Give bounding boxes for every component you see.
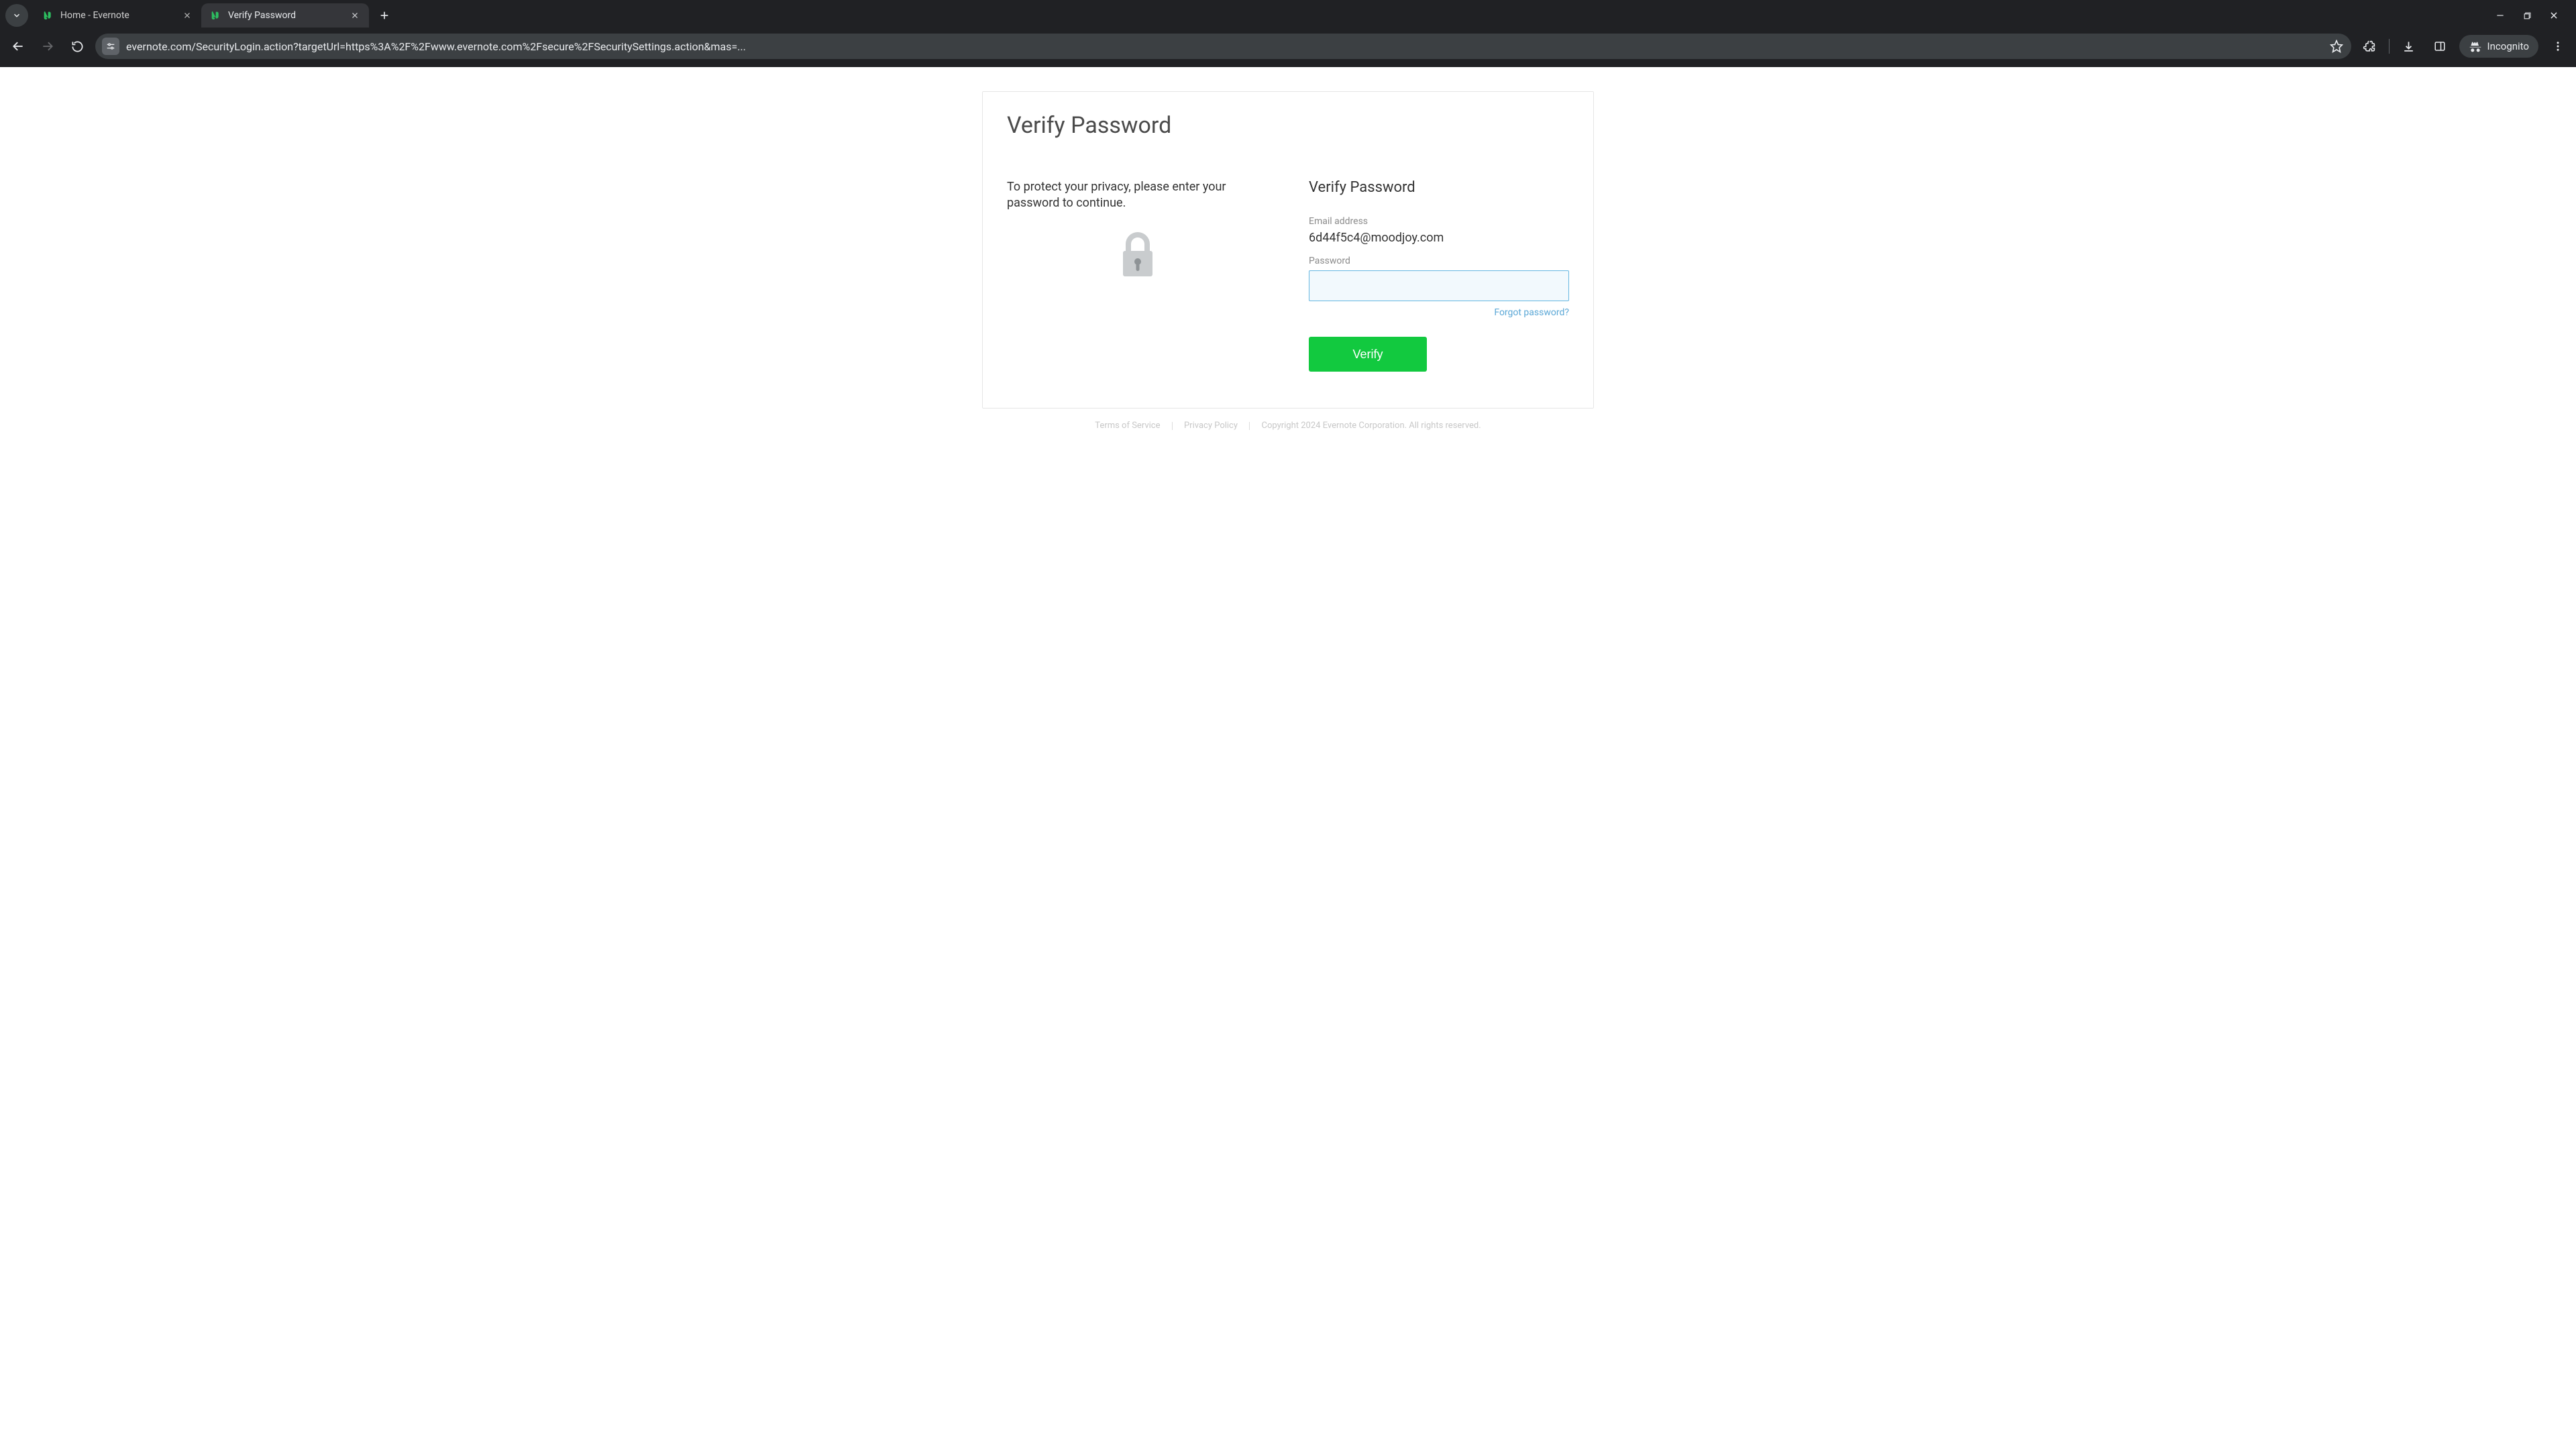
- verify-button[interactable]: Verify: [1309, 337, 1427, 372]
- bookmark-button[interactable]: [2328, 38, 2345, 54]
- email-label: Email address: [1309, 216, 1569, 227]
- incognito-label: Incognito: [2487, 40, 2529, 52]
- tab-close-button[interactable]: [181, 9, 193, 21]
- tab-home-evernote[interactable]: Home - Evernote: [34, 3, 201, 28]
- close-icon: [351, 11, 359, 19]
- tab-verify-password[interactable]: Verify Password: [201, 3, 369, 28]
- incognito-icon: [2469, 40, 2482, 53]
- tab-title: Verify Password: [228, 10, 342, 21]
- reload-button[interactable]: [66, 35, 89, 58]
- privacy-link[interactable]: Privacy Policy: [1184, 421, 1238, 431]
- url-text: evernote.com/SecurityLogin.action?target…: [126, 40, 2322, 53]
- back-button[interactable]: [7, 35, 30, 58]
- close-icon: [2549, 11, 2559, 20]
- toolbar-separator: [2389, 39, 2390, 54]
- page-viewport[interactable]: Verify Password To protect your privacy,…: [0, 67, 2576, 1449]
- evernote-favicon-icon: [42, 9, 54, 21]
- incognito-indicator[interactable]: Incognito: [2459, 35, 2538, 58]
- browser-chrome: Home - Evernote Verify Password: [0, 0, 2576, 67]
- footer-separator: [1172, 422, 1173, 430]
- page-footer: Terms of Service Privacy Policy Copyrigh…: [0, 421, 2576, 431]
- side-panel-icon: [2434, 40, 2446, 52]
- toolbar-right: Incognito: [2358, 35, 2569, 58]
- lock-icon: [1119, 231, 1157, 279]
- maximize-icon: [2523, 11, 2532, 20]
- reload-icon: [71, 40, 84, 53]
- close-window-button[interactable]: [2546, 8, 2561, 23]
- terms-link[interactable]: Terms of Service: [1095, 421, 1160, 431]
- intro-text: To protect your privacy, please enter yo…: [1007, 179, 1269, 212]
- forward-button[interactable]: [36, 35, 59, 58]
- chevron-down-icon: [12, 11, 21, 20]
- maximize-button[interactable]: [2520, 8, 2534, 23]
- page-title: Verify Password: [1007, 112, 1569, 139]
- toolbar: evernote.com/SecurityLogin.action?target…: [0, 31, 2576, 67]
- star-icon: [2330, 40, 2343, 53]
- arrow-left-icon: [11, 40, 25, 53]
- footer-separator: [1249, 422, 1250, 430]
- tab-title: Home - Evernote: [60, 10, 174, 21]
- minimize-button[interactable]: [2493, 8, 2508, 23]
- password-label: Password: [1309, 256, 1569, 266]
- copyright-text: Copyright 2024 Evernote Corporation. All…: [1261, 421, 1481, 431]
- new-tab-button[interactable]: [374, 5, 394, 25]
- download-icon: [2402, 40, 2415, 53]
- tune-icon: [105, 41, 116, 52]
- puzzle-icon: [2363, 40, 2375, 53]
- tab-strip: Home - Evernote Verify Password: [0, 0, 2576, 31]
- tab-close-button[interactable]: [349, 9, 361, 21]
- password-input[interactable]: [1309, 270, 1569, 301]
- forgot-password-link[interactable]: Forgot password?: [1494, 307, 1569, 318]
- plus-icon: [379, 10, 390, 21]
- content-card: Verify Password To protect your privacy,…: [982, 91, 1594, 409]
- arrow-right-icon: [41, 40, 54, 53]
- more-vertical-icon: [2552, 40, 2564, 52]
- side-panel-button[interactable]: [2428, 35, 2451, 58]
- address-bar[interactable]: evernote.com/SecurityLogin.action?target…: [95, 34, 2351, 59]
- site-info-button[interactable]: [102, 38, 119, 55]
- form-heading: Verify Password: [1309, 179, 1569, 196]
- extensions-button[interactable]: [2358, 35, 2381, 58]
- evernote-favicon-icon: [209, 9, 221, 21]
- window-controls: [2493, 8, 2571, 23]
- form-column: Verify Password Email address 6d44f5c4@m…: [1309, 179, 1569, 372]
- minimize-icon: [2496, 11, 2505, 20]
- search-tabs-button[interactable]: [5, 4, 28, 27]
- chrome-menu-button[interactable]: [2546, 35, 2569, 58]
- email-value: 6d44f5c4@moodjoy.com: [1309, 231, 1569, 245]
- intro-column: To protect your privacy, please enter yo…: [1007, 179, 1269, 372]
- close-icon: [183, 11, 191, 19]
- downloads-button[interactable]: [2398, 35, 2420, 58]
